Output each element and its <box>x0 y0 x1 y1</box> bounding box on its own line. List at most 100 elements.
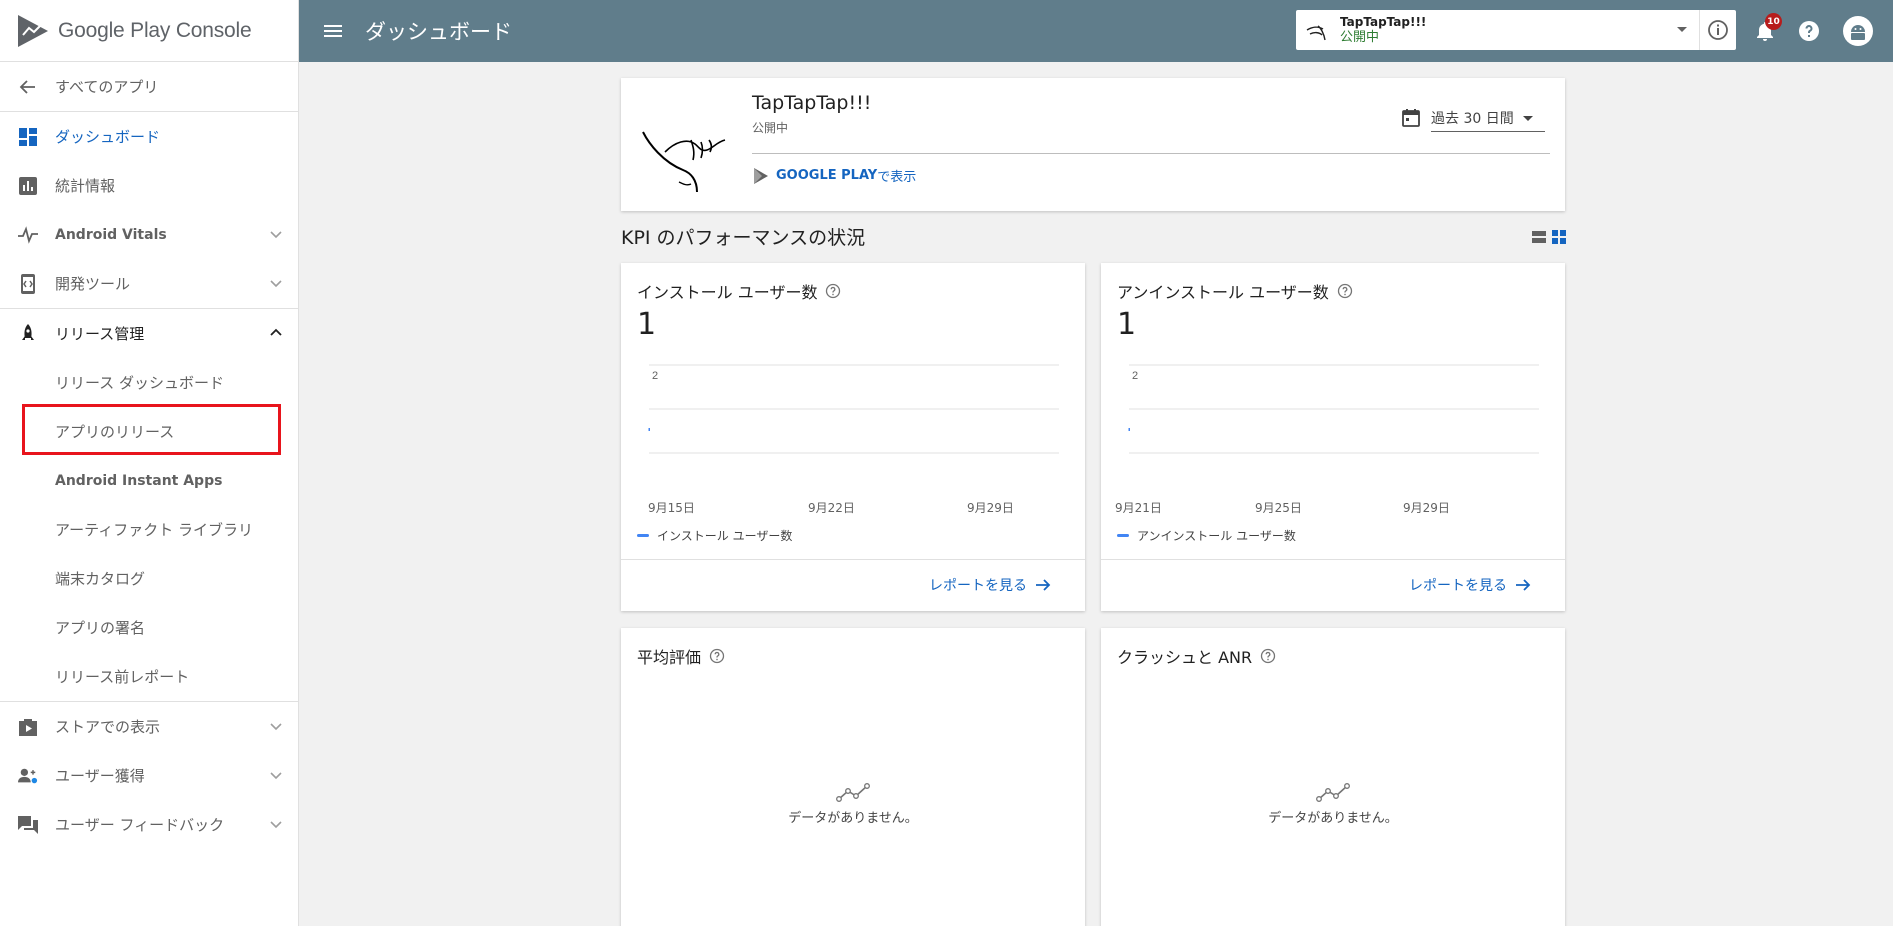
gplay-link-bold: GOOGLE PLAY <box>776 168 878 183</box>
sidebar-item-label: 開発ツール <box>55 275 131 293</box>
sidebar-item-user-feedback[interactable]: ユーザー フィードバック <box>0 800 298 849</box>
chart-legend: インストール ユーザー数 <box>637 527 792 544</box>
date-range-selector[interactable]: 過去 30 日間 <box>1401 104 1545 132</box>
card-title: 平均評価 <box>637 644 725 668</box>
app-status: 公開中 <box>752 121 789 135</box>
x-tick-label: 9月21日 <box>1115 501 1162 515</box>
data-point <box>648 428 650 431</box>
view-on-google-play-link[interactable]: GOOGLE PLAY で表示 <box>752 166 916 185</box>
y-tick-label: 2 <box>1132 370 1138 382</box>
topbar-actions: 10 <box>1743 0 1893 62</box>
sidebar-item-label: ユーザー獲得 <box>55 767 145 785</box>
android-avatar-icon <box>1851 25 1865 40</box>
grid-view-icon[interactable] <box>1552 230 1566 244</box>
help-circle-icon[interactable] <box>1260 648 1276 664</box>
sidebar-item-store-presence[interactable]: ストアでの表示 <box>0 702 298 751</box>
notifications-button[interactable]: 10 <box>1753 13 1782 43</box>
dashboard-icon <box>18 127 38 147</box>
divider <box>752 153 1550 154</box>
help-circle-icon[interactable] <box>825 283 841 299</box>
arrow-back-icon <box>18 77 38 97</box>
data-point <box>1128 428 1130 431</box>
sidebar-item-release-management[interactable]: リリース管理 <box>0 309 298 358</box>
legend-swatch <box>637 534 649 537</box>
legend-label: インストール ユーザー数 <box>657 529 793 543</box>
trend-line-icon <box>836 783 870 802</box>
app-selector[interactable]: TapTapTap!!! 公開中 <box>1296 10 1736 50</box>
sidebar-sub-device-catalog[interactable]: 端末カタログ <box>0 554 298 603</box>
sidebar-item-label: ダッシュボード <box>55 128 161 146</box>
date-range-value: 過去 30 日間 <box>1431 110 1514 127</box>
card-title-text: アンインストール ユーザー数 <box>1117 283 1329 302</box>
list-view-icon[interactable] <box>1532 230 1546 244</box>
sidebar-sub-app-signing[interactable]: アプリの署名 <box>0 603 298 652</box>
topbar: ダッシュボード TapTapTap!!! 公開中 10 <box>299 0 1893 62</box>
menu-icon[interactable] <box>321 19 345 43</box>
card-title-text: クラッシュと ANR <box>1117 648 1253 667</box>
app-selector-main[interactable]: TapTapTap!!! 公開中 <box>1296 10 1700 50</box>
sidebar-item-dashboard[interactable]: ダッシュボード <box>0 112 298 161</box>
kpi-value: 1 <box>637 307 657 342</box>
chevron-down-icon <box>270 231 282 239</box>
x-tick-label: 9月29日 <box>1403 501 1450 515</box>
sidebar-item-user-acquisition[interactable]: ユーザー獲得 <box>0 751 298 800</box>
no-data-message: データがありません。 <box>621 783 1085 826</box>
back-to-all-apps[interactable]: すべてのアプリ <box>0 62 298 111</box>
sidebar-sub-release-dashboard[interactable]: リリース ダッシュボード <box>0 358 298 407</box>
sidebar-item-label: ユーザー フィードバック <box>55 816 225 834</box>
logo-text: Google Play Console <box>58 18 252 42</box>
view-report-link[interactable]: レポートを見る <box>929 575 1051 595</box>
app-logo-icon <box>642 131 726 193</box>
x-tick-label: 9月22日 <box>808 501 855 515</box>
info-icon[interactable] <box>1700 10 1736 50</box>
card-title-text: 平均評価 <box>637 648 702 667</box>
date-range-dropdown[interactable]: 過去 30 日間 <box>1431 104 1545 132</box>
app-selector-text: TapTapTap!!! 公開中 <box>1340 14 1426 46</box>
pulse-icon <box>18 225 38 245</box>
trend-line-icon <box>1316 783 1350 802</box>
chevron-down-icon <box>270 280 282 288</box>
average-rating-card: 平均評価 データがありません。 <box>621 628 1085 926</box>
sidebar-item-label: リリース管理 <box>55 325 145 343</box>
uninstall-users-chart: 2 <box>1128 364 1539 454</box>
sidebar-item-statistics[interactable]: 統計情報 <box>0 161 298 210</box>
report-link-label: レポートを見る <box>1409 578 1507 594</box>
help-circle-icon[interactable] <box>1337 283 1353 299</box>
card-title-text: インストール ユーザー数 <box>637 283 818 302</box>
help-button[interactable] <box>1797 19 1821 43</box>
sidebar: Google Play Console すべてのアプリ ダッシュボード 統計情報… <box>0 0 299 926</box>
chevron-down-icon <box>270 821 282 829</box>
calendar-icon <box>1402 109 1420 127</box>
user-acquisition-icon <box>18 766 38 786</box>
page-title: ダッシュボード <box>365 20 512 44</box>
chevron-up-icon <box>270 328 282 336</box>
feedback-icon <box>18 815 38 835</box>
store-icon <box>18 717 38 737</box>
x-tick-label: 9月25日 <box>1255 501 1302 515</box>
chart-legend: アンインストール ユーザー数 <box>1117 527 1296 544</box>
dev-tools-icon <box>18 273 38 294</box>
install-users-chart: 2 <box>648 364 1059 454</box>
sidebar-item-label: Android Vitals <box>55 226 167 243</box>
sidebar-item-dev-tools[interactable]: 開発ツール <box>0 259 298 308</box>
gplay-link-rest: で表示 <box>877 170 917 185</box>
no-data-message: データがありません。 <box>1101 783 1565 826</box>
sidebar-sub-instant-apps[interactable]: Android Instant Apps <box>0 456 298 505</box>
legend-swatch <box>1117 534 1129 537</box>
help-circle-icon[interactable] <box>709 648 725 664</box>
divider <box>1101 559 1565 560</box>
logo-row[interactable]: Google Play Console <box>0 0 298 62</box>
app-selector-status: 公開中 <box>1340 30 1380 45</box>
sidebar-sub-pre-launch-report[interactable]: リリース前レポート <box>0 652 298 701</box>
chevron-down-icon <box>270 723 282 731</box>
sidebar-sub-artifact-library[interactable]: アーティファクト ライブラリ <box>0 505 298 554</box>
account-avatar[interactable] <box>1843 16 1873 46</box>
rocket-icon <box>18 323 38 344</box>
y-tick-label: 2 <box>652 370 658 382</box>
x-axis-labels: 9月15日 9月22日 9月29日 <box>621 499 1085 515</box>
sidebar-item-android-vitals[interactable]: Android Vitals <box>0 210 298 259</box>
x-axis-labels: 9月21日 9月25日 9月29日 <box>1101 499 1565 515</box>
view-report-link[interactable]: レポートを見る <box>1409 575 1531 595</box>
chevron-down-icon <box>270 772 282 780</box>
sidebar-item-label: 統計情報 <box>55 177 116 195</box>
